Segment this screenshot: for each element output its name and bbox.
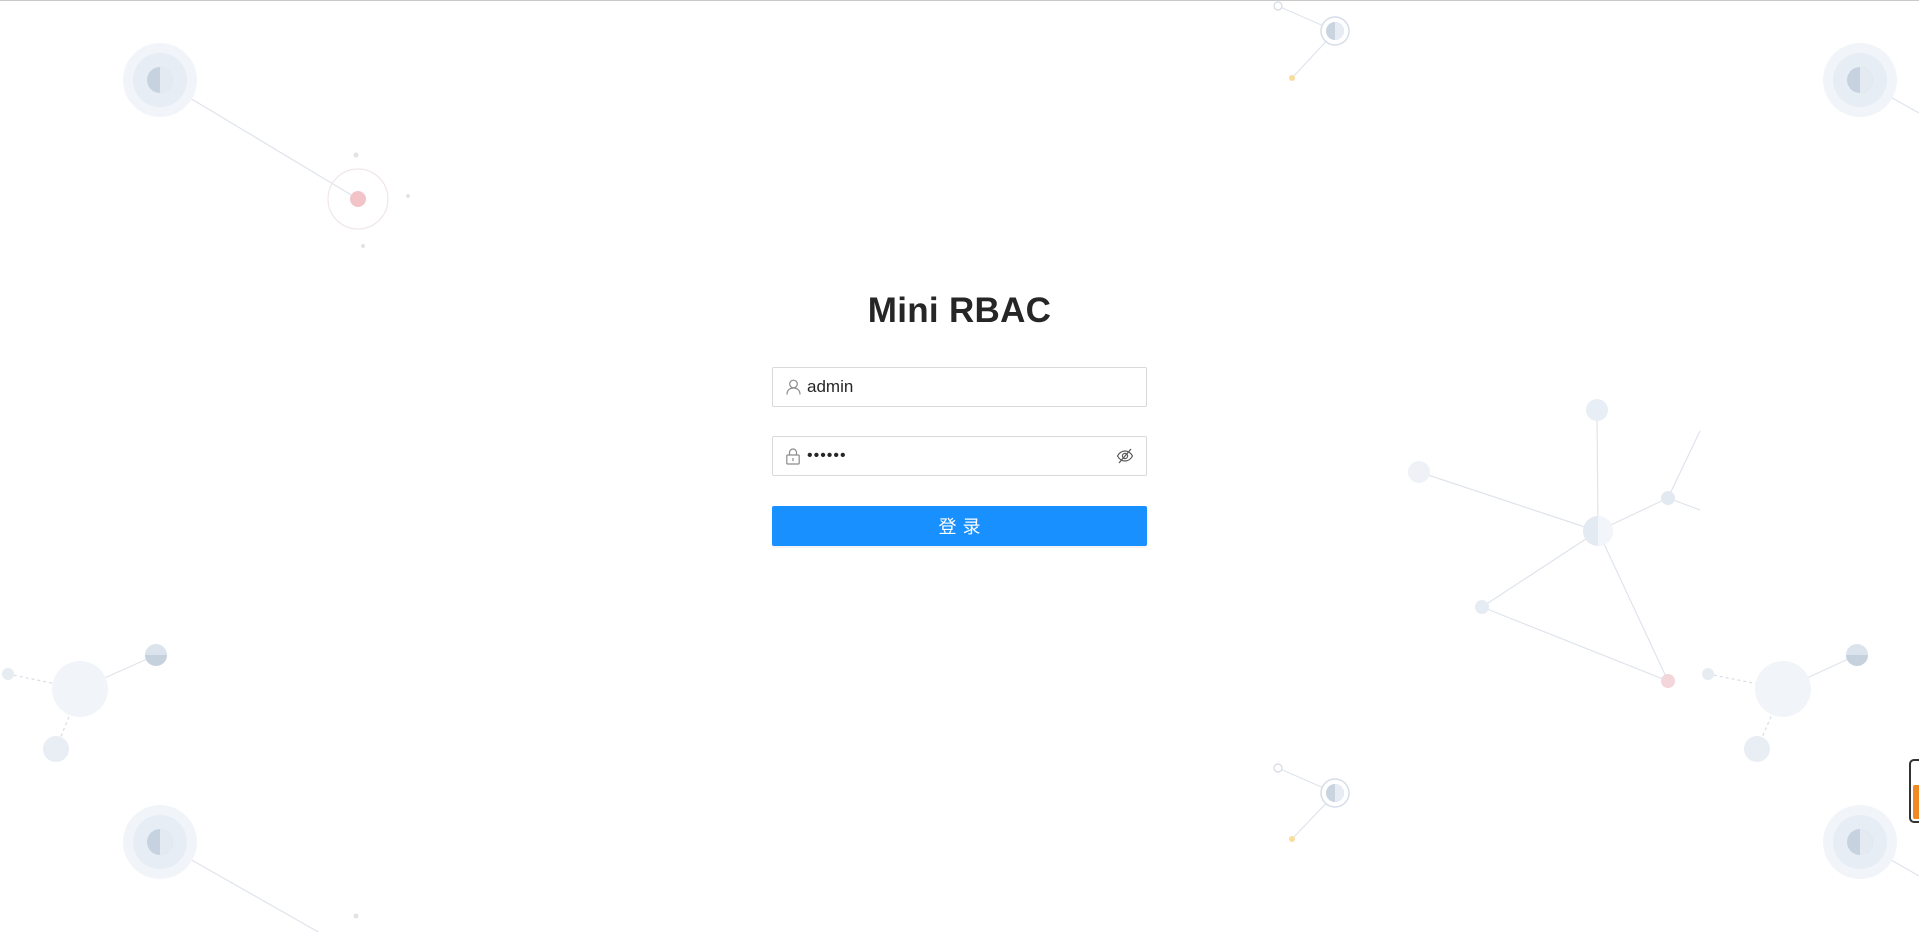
login-form: Mini RBAC admin 登录	[772, 286, 1147, 546]
login-button[interactable]: 登录	[772, 506, 1147, 546]
username-field[interactable]	[772, 367, 1147, 407]
page-title: Mini RBAC	[867, 291, 1052, 330]
lock-icon	[785, 447, 801, 465]
password-field[interactable]	[772, 436, 1147, 476]
eye-invisible-icon[interactable]	[1115, 446, 1135, 466]
side-scroll-widget[interactable]	[1909, 759, 1919, 823]
username-input[interactable]	[807, 368, 1135, 406]
side-scroll-widget-fill	[1913, 785, 1919, 819]
user-icon	[785, 378, 801, 396]
password-input[interactable]	[807, 437, 1115, 475]
login-page: Mini RBAC admin 登录	[0, 0, 1919, 932]
